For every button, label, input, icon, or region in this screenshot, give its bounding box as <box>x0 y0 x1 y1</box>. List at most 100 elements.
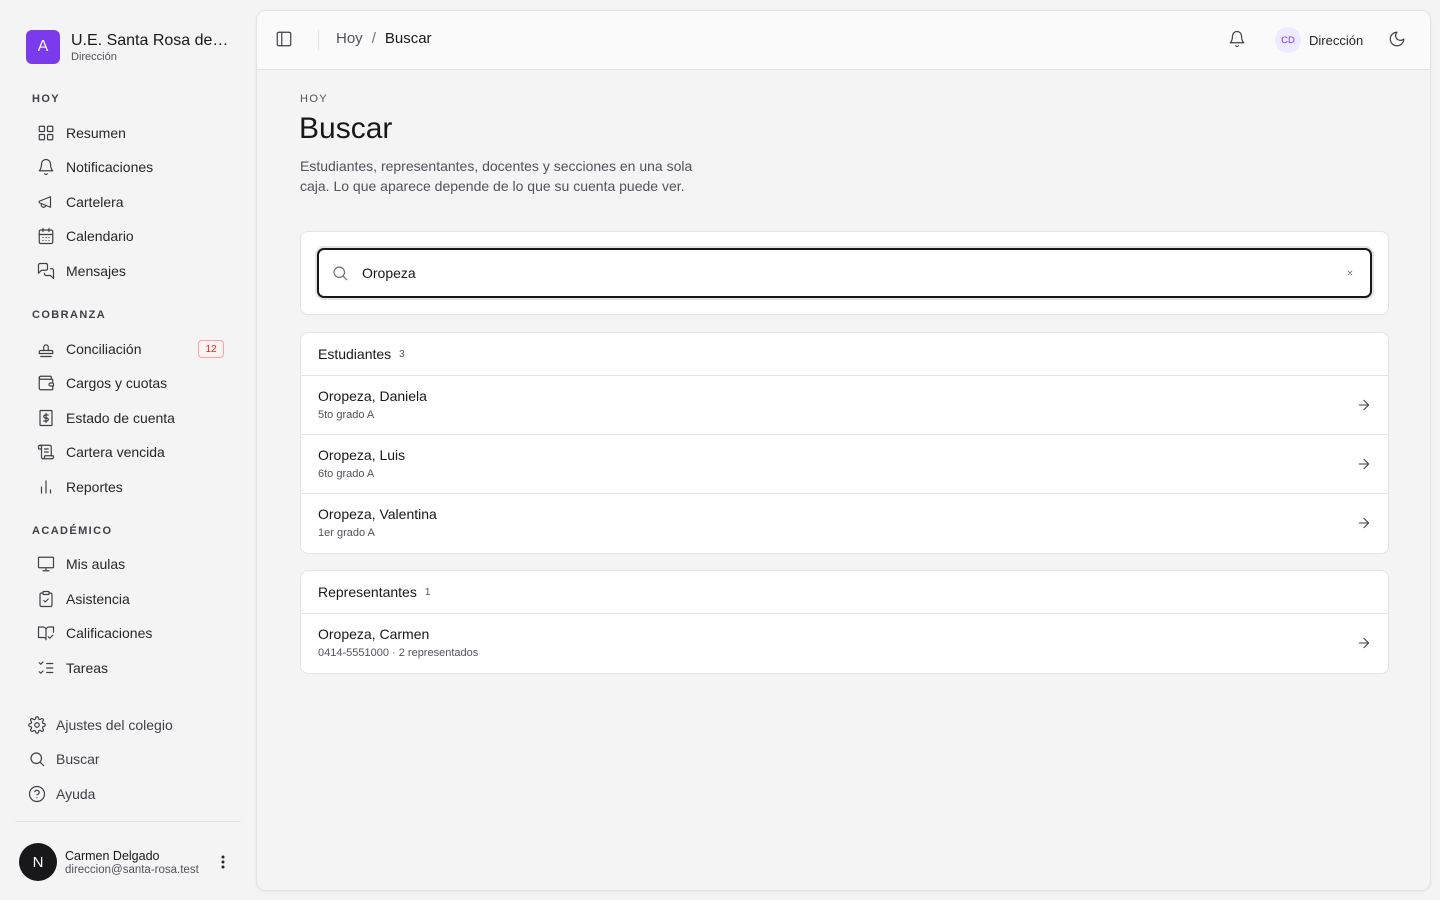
nav-section-hoy: HOY <box>32 93 61 105</box>
receipt-dollar-icon <box>28 409 55 427</box>
avatar: N <box>19 843 57 881</box>
account-label: Dirección <box>1309 32 1364 48</box>
breadcrumb-hoy[interactable]: Hoy <box>336 30 363 47</box>
sidebar-item-conciliacion[interactable]: Conciliación 12 <box>28 334 228 364</box>
result-detail: 1er grado A <box>318 527 375 539</box>
school-switcher[interactable]: A U.E. Santa Rosa de Lima Dirección <box>26 30 229 64</box>
presentation-icon <box>28 555 55 573</box>
sidebar-item-notificaciones[interactable]: Notificaciones <box>28 152 228 182</box>
sidebar-item-mis-aulas[interactable]: Mis aulas <box>28 549 228 579</box>
search-icon <box>319 264 349 282</box>
arrow-right-icon <box>1356 635 1372 651</box>
arrow-right-icon <box>1356 397 1372 413</box>
sidebar-item-ajustes[interactable]: Ajustes del colegio <box>28 710 228 740</box>
sidebar-item-cargos-y-cuotas[interactable]: Cargos y cuotas <box>28 368 228 398</box>
result-detail: 0414-5551000 · 2 representados <box>318 647 479 659</box>
result-name: Oropeza, Carmen <box>318 626 430 642</box>
user-name: Carmen Delgado <box>65 848 160 863</box>
sidebar-item-cartelera[interactable]: Cartelera <box>28 187 228 217</box>
sidebar-item-reportes[interactable]: Reportes <box>28 472 228 502</box>
sidebar-item-label: Asistencia <box>66 591 130 607</box>
results-students: Estudiantes 3 Oropeza, Daniela 5to grado… <box>300 332 1389 554</box>
result-detail: 6to grado A <box>318 468 375 480</box>
user-profile[interactable]: N Carmen Delgado direccion@santa-rosa.te… <box>19 843 237 881</box>
divider <box>318 30 319 50</box>
sidebar-item-label: Cargos y cuotas <box>66 375 168 391</box>
messages-icon <box>28 262 55 280</box>
list-item[interactable]: Oropeza, Carmen 0414-5551000 · 2 represe… <box>301 614 1388 673</box>
result-detail: 5to grado A <box>318 409 375 421</box>
arrow-right-icon <box>1356 515 1372 531</box>
main-panel: Hoy / Buscar CD Dirección HOY Buscar Est… <box>256 10 1431 891</box>
search-input[interactable] <box>362 265 1334 281</box>
sidebar-item-buscar[interactable]: Buscar <box>28 744 228 774</box>
search-box <box>317 248 1372 298</box>
topbar: Hoy / Buscar CD Dirección <box>257 11 1430 70</box>
page-title: Buscar <box>299 112 393 145</box>
results-count: 3 <box>399 348 405 360</box>
sidebar-item-label: Calendario <box>66 228 134 244</box>
result-name: Oropeza, Valentina <box>318 506 437 522</box>
page-description: Estudiantes, representantes, docentes y … <box>300 158 693 194</box>
sidebar-item-label: Buscar <box>56 751 100 767</box>
sidebar-item-label: Resumen <box>66 125 126 141</box>
sidebar-item-calificaciones[interactable]: Calificaciones <box>28 618 228 648</box>
sidebar-item-label: Mis aulas <box>66 556 126 572</box>
sidebar-item-resumen[interactable]: Resumen <box>28 118 228 148</box>
book-check-icon <box>28 624 55 642</box>
sidebar-item-label: Ayuda <box>56 786 96 802</box>
sidebar-item-label: Mensajes <box>66 263 126 279</box>
sidebar-item-asistencia[interactable]: Asistencia <box>28 584 228 614</box>
sidebar-item-label: Estado de cuenta <box>66 410 175 426</box>
search-card <box>300 231 1389 315</box>
moon-icon[interactable] <box>1388 30 1408 50</box>
wallet-icon <box>28 374 55 392</box>
sidebar-item-label: Reportes <box>66 479 123 495</box>
gear-icon <box>28 716 46 734</box>
list-item[interactable]: Oropeza, Luis 6to grado A <box>301 435 1388 494</box>
scroll-icon <box>28 443 55 461</box>
result-name: Oropeza, Luis <box>318 447 406 463</box>
list-item[interactable]: Oropeza, Daniela 5to grado A <box>301 376 1388 435</box>
user-email: direccion@santa-rosa.test <box>65 863 199 876</box>
breadcrumb-current: Buscar <box>384 30 432 47</box>
results-count: 1 <box>424 586 431 598</box>
megaphone-icon <box>28 193 55 211</box>
list-item[interactable]: Oropeza, Valentina 1er grado A <box>301 494 1388 553</box>
bell-icon <box>28 158 55 176</box>
nav-section-cobranza: COBRANZA <box>32 309 107 321</box>
sidebar-item-label: Ajustes del colegio <box>56 717 173 733</box>
bell-icon[interactable] <box>1228 30 1248 50</box>
sidebar-item-label: Notificaciones <box>66 159 154 175</box>
more-vertical-icon[interactable] <box>213 852 233 872</box>
school-name: U.E. Santa Rosa de Lima <box>71 31 229 49</box>
breadcrumb: Hoy / Buscar <box>336 30 432 47</box>
sidebar-item-label: Cartelera <box>66 194 124 210</box>
nav-scroll-fade <box>16 688 241 702</box>
sidebar-item-ayuda[interactable]: Ayuda <box>28 779 228 809</box>
help-circle-icon <box>28 785 46 803</box>
grid-icon <box>28 124 55 142</box>
sidebar-item-estado-de-cuenta[interactable]: Estado de cuenta <box>28 403 228 433</box>
sidebar-item-label: Calificaciones <box>66 625 153 641</box>
nav-section-academico: ACADÉMICO <box>32 525 113 537</box>
sidebar-item-label: Tareas <box>66 660 109 676</box>
results-header: Estudiantes 3 <box>301 333 1388 376</box>
account-menu[interactable]: CD Dirección <box>1275 27 1363 53</box>
sidebar-item-calendario[interactable]: Calendario <box>28 221 228 251</box>
close-icon[interactable] <box>1334 263 1354 283</box>
sidebar-item-tareas[interactable]: Tareas <box>28 653 228 683</box>
sidebar-item-label: Cartera vencida <box>66 444 165 460</box>
sidebar-item-cartera-vencida[interactable]: Cartera vencida <box>28 437 228 467</box>
sidebar-item-mensajes[interactable]: Mensajes <box>28 256 228 286</box>
result-name: Oropeza, Daniela <box>318 388 427 404</box>
school-logo: A <box>26 30 60 64</box>
sidebar-toggle-icon[interactable] <box>275 30 295 50</box>
stamp-icon <box>28 340 55 358</box>
clipboard-check-icon <box>28 590 55 608</box>
results-title: Representantes <box>318 584 417 600</box>
search-icon <box>28 750 46 768</box>
calendar-icon <box>28 227 55 245</box>
pending-count-badge: 12 <box>198 340 224 358</box>
list-checks-icon <box>28 659 55 677</box>
